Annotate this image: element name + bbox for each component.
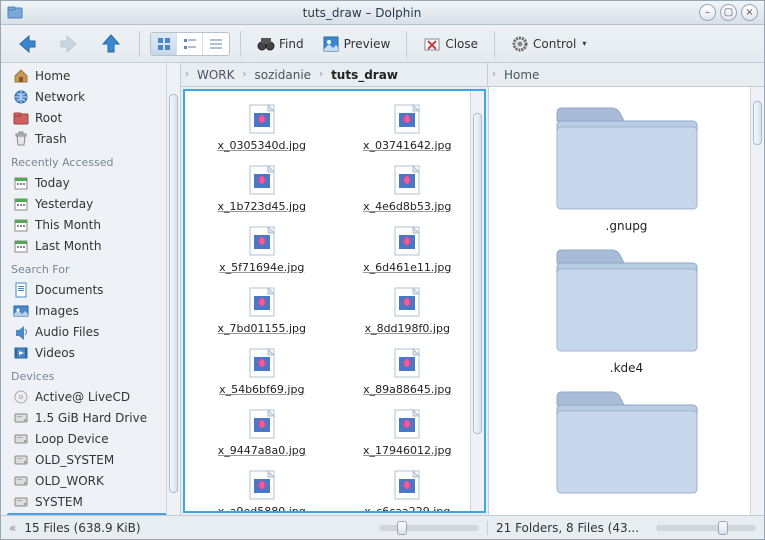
sidebar-item[interactable]: Loop Device: [7, 429, 178, 449]
chevron-right-icon: ›: [185, 69, 189, 80]
sidebar-item[interactable]: This Month: [7, 215, 178, 235]
close-icon: [423, 35, 441, 53]
breadcrumb[interactable]: tuts_draw: [325, 66, 404, 84]
app-icon: [7, 5, 23, 21]
sidebar-item[interactable]: Root: [7, 108, 178, 128]
file-item[interactable]: x_7bd01155.jpg: [193, 282, 331, 339]
zoom-slider-right[interactable]: [656, 525, 756, 531]
sidebar-item[interactable]: WORK: [7, 513, 178, 515]
file-item[interactable]: x_a9ed5880.jpg: [193, 465, 331, 513]
sidebar-group-search: Search For: [5, 257, 180, 279]
file-item[interactable]: x_03741642.jpg: [339, 99, 477, 156]
sidebar-item[interactable]: Today: [7, 173, 178, 193]
close-button[interactable]: ×: [741, 4, 758, 21]
sidebar-group-recent: Recently Accessed: [5, 150, 180, 172]
left-pane-scrollbar[interactable]: [470, 91, 484, 511]
sidebar-item[interactable]: 1.5 GiB Hard Drive: [7, 408, 178, 428]
file-item[interactable]: x_89a88645.jpg: [339, 343, 477, 400]
chevron-right-icon: ›: [319, 69, 323, 80]
sidebar-item[interactable]: OLD_SYSTEM: [7, 450, 178, 470]
breadcrumb-right: ›Home: [488, 63, 764, 86]
file-item[interactable]: x_1b723d45.jpg: [193, 160, 331, 217]
chevron-right-icon: ›: [492, 69, 496, 80]
breadcrumb[interactable]: WORK: [191, 66, 241, 84]
breadcrumb[interactable]: Home: [498, 66, 545, 84]
binoculars-icon: [257, 35, 275, 53]
file-item[interactable]: x_17946012.jpg: [339, 404, 477, 461]
sidebar-item[interactable]: Network: [7, 87, 178, 107]
minimize-button[interactable]: –: [699, 4, 716, 21]
chevron-right-icon: ›: [243, 69, 247, 80]
status-right: 21 Folders, 8 Files (43...: [496, 521, 639, 535]
toolbar: Find Preview Close Control▾: [1, 25, 764, 63]
breadcrumb[interactable]: sozidanie: [249, 66, 318, 84]
breadcrumb-left: ›WORK›sozidanie›tuts_draw: [181, 63, 488, 86]
preview-icon: [322, 35, 340, 53]
up-button[interactable]: [93, 29, 129, 59]
breadcrumb-bar: ›WORK›sozidanie›tuts_draw ›Home: [181, 63, 764, 87]
view-details-button[interactable]: [203, 33, 229, 55]
sidebar-item[interactable]: Documents: [7, 280, 178, 300]
sidebar: HomeNetworkRootTrash Recently Accessed T…: [1, 63, 181, 515]
sidebar-item[interactable]: Last Month: [7, 236, 178, 256]
file-pane-right[interactable]: .gnupg.kde4: [488, 87, 764, 515]
control-menu-button[interactable]: Control▾: [505, 32, 592, 56]
folder-item[interactable]: .gnupg: [552, 103, 702, 233]
chevron-down-icon: ▾: [582, 39, 586, 48]
folder-item[interactable]: [552, 387, 702, 497]
sidebar-item[interactable]: Videos: [7, 343, 178, 363]
file-item[interactable]: x_54b6bf69.jpg: [193, 343, 331, 400]
titlebar: tuts_draw – Dolphin – ▢ ×: [1, 1, 764, 25]
collapse-sidebar-icon[interactable]: «: [9, 521, 16, 535]
file-item[interactable]: x_9447a8a0.jpg: [193, 404, 331, 461]
sidebar-item[interactable]: Audio Files: [7, 322, 178, 342]
folder-item[interactable]: .kde4: [552, 245, 702, 375]
statusbar: « 15 Files (638.9 KiB) 21 Folders, 8 Fil…: [1, 515, 764, 539]
close-panel-button[interactable]: Close: [417, 32, 484, 56]
zoom-slider-left[interactable]: [379, 525, 479, 531]
sidebar-item[interactable]: Yesterday: [7, 194, 178, 214]
sidebar-group-devices: Devices: [5, 364, 180, 386]
view-icons-button[interactable]: [151, 33, 177, 55]
sidebar-scrollbar[interactable]: [166, 63, 180, 515]
sidebar-item[interactable]: Images: [7, 301, 178, 321]
file-pane-left[interactable]: x_0305340d.jpgx_03741642.jpgx_1b723d45.j…: [183, 89, 486, 513]
file-item[interactable]: x_6d461e11.jpg: [339, 221, 477, 278]
view-mode-group: [150, 32, 230, 56]
file-item[interactable]: x_4e6d8b53.jpg: [339, 160, 477, 217]
file-item[interactable]: x_c6caa229.jpg: [339, 465, 477, 513]
back-button[interactable]: [9, 29, 45, 59]
window-title: tuts_draw – Dolphin: [29, 6, 695, 20]
sidebar-item[interactable]: Home: [7, 66, 178, 86]
sidebar-item[interactable]: OLD_WORK: [7, 471, 178, 491]
file-item[interactable]: x_5f71694e.jpg: [193, 221, 331, 278]
right-pane-scrollbar[interactable]: [750, 87, 764, 515]
file-item[interactable]: x_8dd198f0.jpg: [339, 282, 477, 339]
status-left: 15 Files (638.9 KiB): [24, 521, 140, 535]
forward-button[interactable]: [51, 29, 87, 59]
view-compact-button[interactable]: [177, 33, 203, 55]
find-button[interactable]: Find: [251, 32, 310, 56]
sidebar-item[interactable]: Trash: [7, 129, 178, 149]
gear-icon: [511, 35, 529, 53]
sidebar-item[interactable]: SYSTEM: [7, 492, 178, 512]
sidebar-item[interactable]: Active@ LiveCD: [7, 387, 178, 407]
maximize-button[interactable]: ▢: [720, 4, 737, 21]
preview-button[interactable]: Preview: [316, 32, 397, 56]
file-item[interactable]: x_0305340d.jpg: [193, 99, 331, 156]
